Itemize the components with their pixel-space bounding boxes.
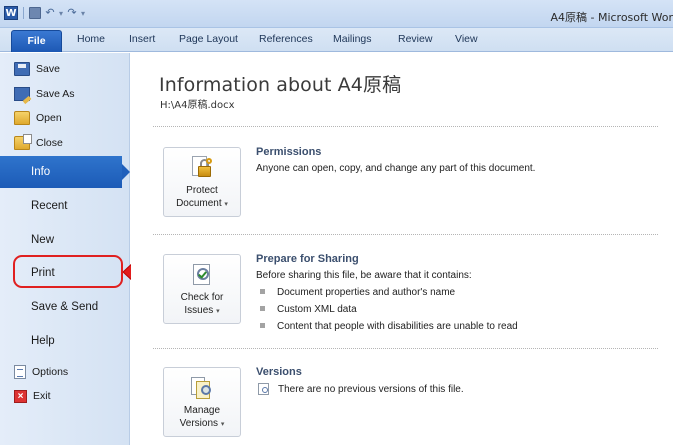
tab-mailings[interactable]: Mailings <box>333 33 372 45</box>
exit-label: Exit <box>33 390 51 402</box>
prepare-heading: Prepare for Sharing <box>256 253 359 265</box>
save-icon <box>14 62 30 76</box>
save-command[interactable]: Save <box>14 59 60 79</box>
tab-page-layout[interactable]: Page Layout <box>179 33 238 45</box>
open-folder-icon <box>14 111 30 125</box>
bullet-icon <box>260 322 265 328</box>
exit-command[interactable]: × Exit <box>14 386 51 406</box>
list-item: Content that people with disabilities ar… <box>260 321 518 332</box>
list-item: Custom XML data <box>260 304 357 315</box>
tab-home[interactable]: Home <box>77 33 105 45</box>
tab-insert[interactable]: Insert <box>129 33 155 45</box>
tab-review[interactable]: Review <box>398 33 432 45</box>
nav-info[interactable]: Info <box>0 156 130 188</box>
tab-view[interactable]: View <box>455 33 478 45</box>
redo-icon[interactable]: ↷ <box>66 7 78 19</box>
bullet-icon <box>260 305 265 311</box>
check-for-issues-button[interactable]: Check for Issues ▾ <box>163 254 241 324</box>
close-folder-icon <box>14 134 32 150</box>
inspect-document-icon <box>189 262 215 288</box>
close-label: Close <box>36 137 63 149</box>
nav-save-send[interactable]: Save & Send <box>0 291 130 323</box>
page-title: Information about A4原稿 <box>159 74 402 96</box>
save-as-label: Save As <box>36 88 75 100</box>
manage-versions-button[interactable]: Manage Versions ▾ <box>163 367 241 437</box>
manage-label-2: Versions <box>179 418 219 429</box>
check-label-2: Issues <box>184 305 214 316</box>
versions-heading: Versions <box>256 366 302 378</box>
options-command[interactable]: Options <box>14 362 68 382</box>
protect-label-2: Document <box>176 198 222 209</box>
document-path: H:\A4原稿.docx <box>160 100 235 111</box>
options-label: Options <box>32 366 69 378</box>
chevron-down-icon: ▾ <box>220 421 225 428</box>
customize-dropdown-icon[interactable]: ▾ <box>81 9 85 18</box>
lock-document-icon <box>189 155 215 181</box>
divider <box>153 234 658 235</box>
versions-description: There are no previous versions of this f… <box>278 383 464 395</box>
save-as-command[interactable]: Save As <box>14 84 75 104</box>
save-icon[interactable] <box>29 7 41 19</box>
tab-file[interactable]: File <box>11 30 62 52</box>
undo-dropdown-icon[interactable]: ▾ <box>59 9 63 18</box>
undo-icon[interactable]: ↶ <box>44 7 56 19</box>
qat-separator <box>23 7 24 19</box>
nav-help[interactable]: Help <box>0 325 130 357</box>
divider <box>153 126 658 127</box>
tab-references[interactable]: References <box>259 33 313 45</box>
nav-print[interactable]: Print <box>0 257 130 289</box>
permissions-heading: Permissions <box>256 146 322 158</box>
ribbon-tab-bar: File Home Insert Page Layout References … <box>0 28 673 52</box>
save-label: Save <box>36 63 60 75</box>
chevron-down-icon: ▾ <box>224 201 228 208</box>
versions-icon <box>189 375 215 401</box>
prepare-description: Before sharing this file, be aware that … <box>256 270 472 281</box>
info-pane: Information about A4原稿 H:\A4原稿.docx Prot… <box>131 53 673 445</box>
word-app-icon[interactable]: W <box>4 6 18 20</box>
options-icon <box>14 365 26 379</box>
manage-label-1: Manage <box>183 405 221 416</box>
title-bar: W ↶ ▾ ↷ ▾ A4原稿 - Microsoft Wor <box>0 0 673 28</box>
nav-new[interactable]: New <box>0 224 130 256</box>
nav-recent[interactable]: Recent <box>0 190 130 222</box>
check-label-1: Check for <box>180 292 224 303</box>
chevron-down-icon: ▾ <box>216 308 220 315</box>
open-command[interactable]: Open <box>14 108 62 128</box>
protect-document-button[interactable]: Protect Document ▾ <box>163 147 241 217</box>
versions-line: There are no previous versions of this f… <box>258 383 464 395</box>
list-item: Document properties and author's name <box>260 287 455 298</box>
permissions-description: Anyone can open, copy, and change any pa… <box>256 163 536 174</box>
protect-label-1: Protect <box>186 185 218 196</box>
divider <box>153 348 658 349</box>
open-label: Open <box>36 112 62 124</box>
close-command[interactable]: Close <box>14 133 63 153</box>
quick-access-toolbar: W ↶ ▾ ↷ ▾ <box>4 6 85 20</box>
version-document-icon <box>258 383 269 395</box>
window-title: A4原稿 - Microsoft Wor <box>550 11 673 24</box>
save-as-icon <box>14 87 30 101</box>
bullet-icon <box>260 288 265 294</box>
backstage-nav: Save Save As Open Close Info Recent New … <box>0 53 130 445</box>
exit-icon: × <box>14 389 27 403</box>
